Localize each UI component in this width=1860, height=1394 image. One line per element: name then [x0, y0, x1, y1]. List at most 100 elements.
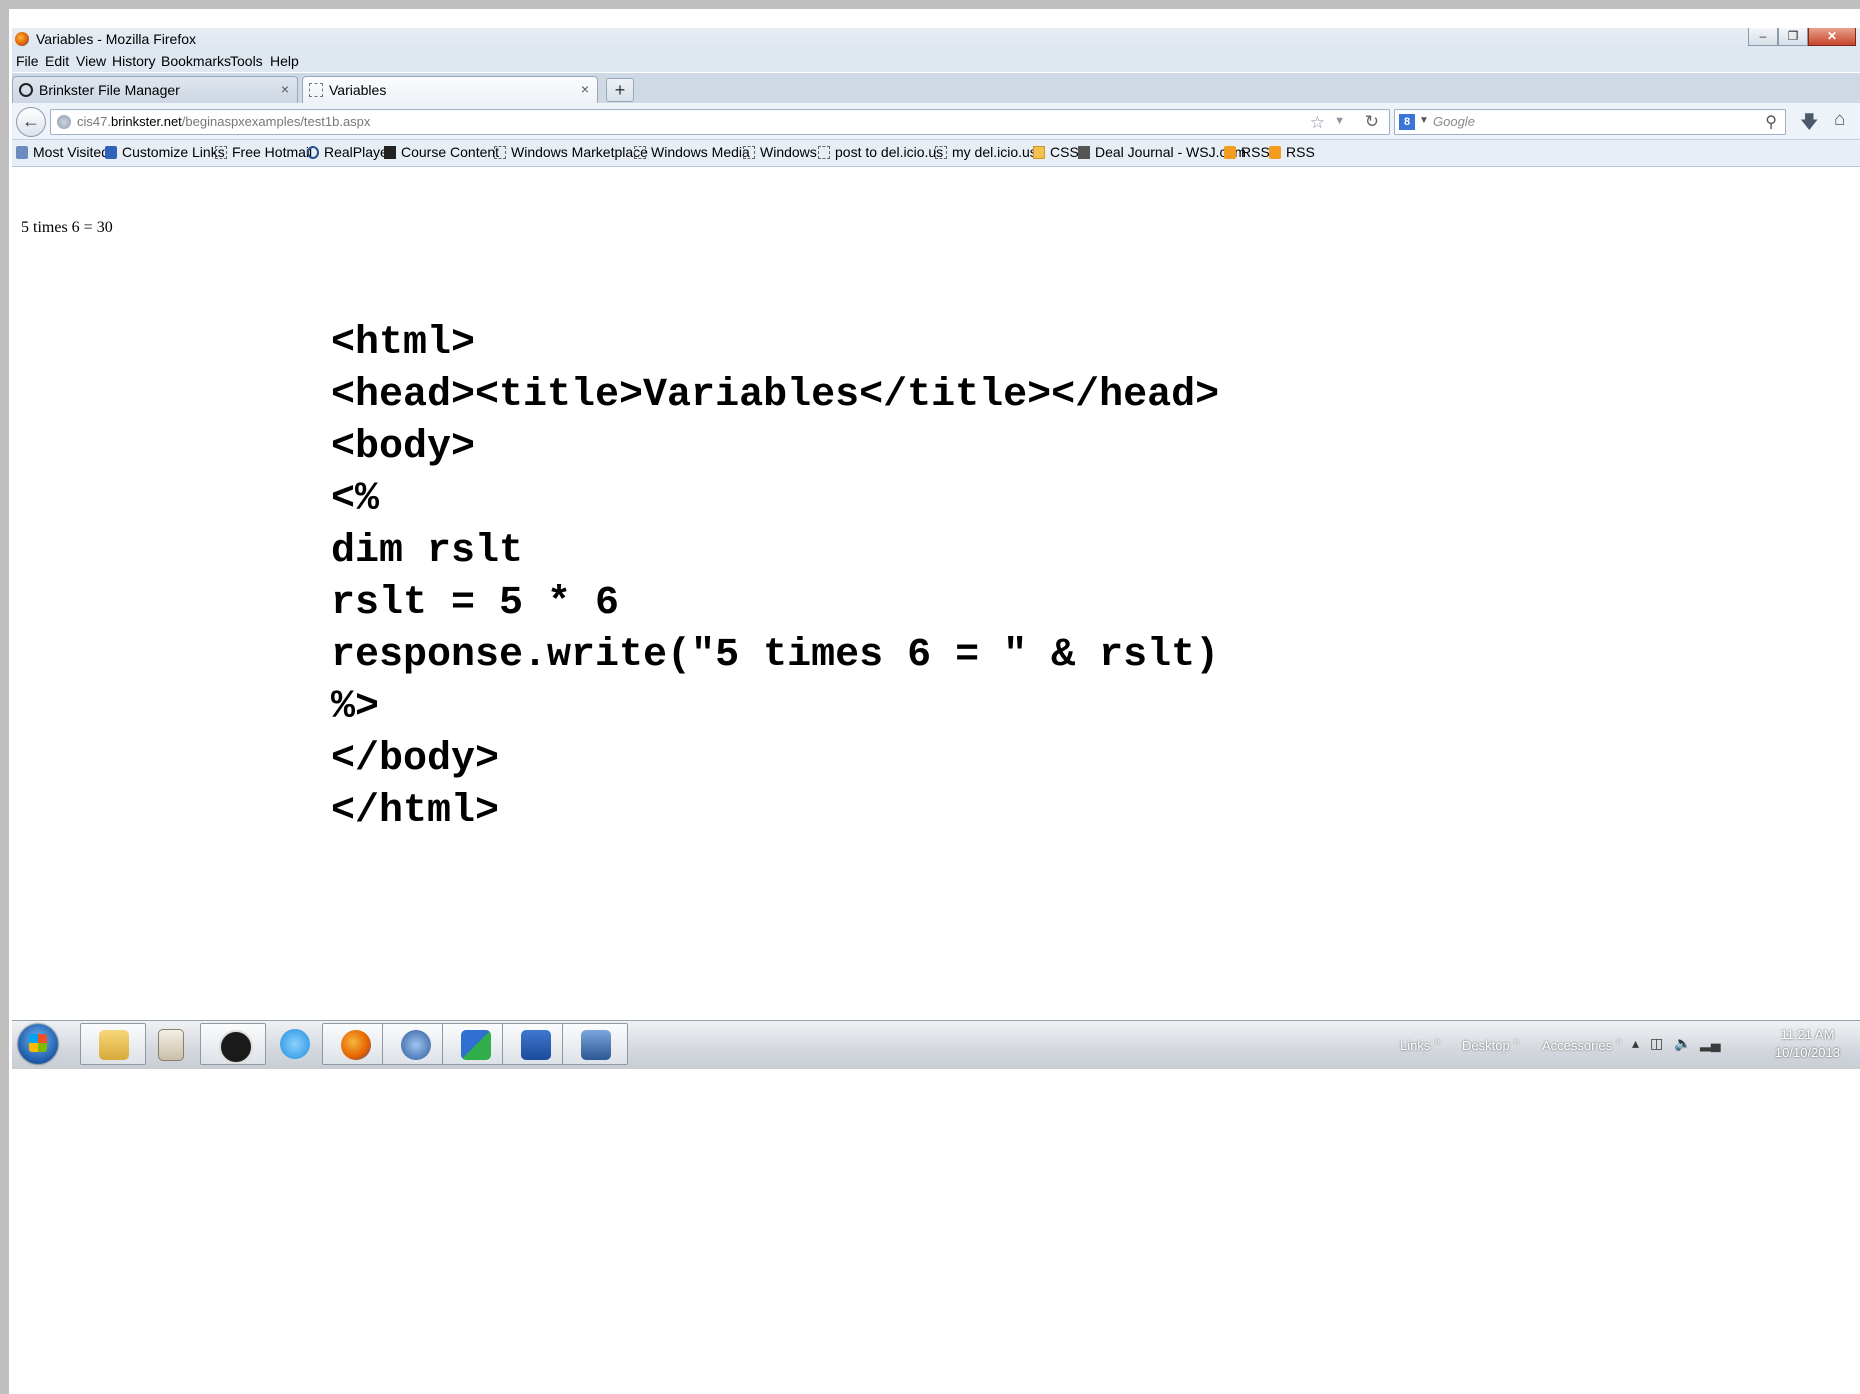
- menu-file[interactable]: File: [16, 53, 39, 69]
- page-icon: [818, 146, 830, 159]
- system-tray: Links» Desktop» Accessories» ▴ ◫ 🔈 ▂▄ 11…: [1400, 1021, 1840, 1067]
- taskbar-network-tool[interactable]: [442, 1023, 508, 1065]
- home-icon[interactable]: ⌂: [1834, 109, 1845, 131]
- taskbar-thunderbird[interactable]: [382, 1023, 448, 1065]
- clock-time: 11:21 AM: [1780, 1027, 1835, 1042]
- google-search-engine-icon[interactable]: 8: [1399, 114, 1415, 130]
- search-bar[interactable]: 8 ▼ Google ⚲: [1394, 109, 1786, 135]
- show-hidden-icons-icon[interactable]: ▴: [1632, 1035, 1639, 1052]
- close-window-button[interactable]: ✕: [1808, 28, 1856, 46]
- page-output-text: 5 times 6 = 30: [21, 219, 113, 236]
- blank-page-icon: [309, 83, 323, 97]
- windows-logo-icon: [29, 1034, 47, 1052]
- start-button[interactable]: [18, 1024, 58, 1064]
- taskbar-mahjong[interactable]: [142, 1023, 208, 1065]
- tab-variables[interactable]: Variables ×: [302, 76, 598, 103]
- url-text[interactable]: cis47.brinkster.net/beginaspxexamples/te…: [77, 114, 370, 129]
- minimize-icon: –: [1759, 29, 1767, 43]
- taskbar-internet-explorer[interactable]: [262, 1023, 328, 1065]
- back-button[interactable]: ←: [16, 107, 46, 137]
- menu-edit[interactable]: Edit: [45, 53, 69, 69]
- bookmark-star-icon[interactable]: ☆: [1310, 113, 1325, 133]
- bookmark-windows[interactable]: Windows: [743, 144, 817, 160]
- url-bar[interactable]: cis47.brinkster.net/beginaspxexamples/te…: [50, 109, 1390, 135]
- brinkster-icon: [19, 83, 33, 97]
- clock-date: 10/10/2013: [1774, 1045, 1840, 1060]
- bookmark-my-delicious[interactable]: my del.icio.us: [935, 144, 1037, 160]
- bookmark-free-hotmail[interactable]: Free Hotmail: [215, 144, 312, 160]
- code-line: <html>: [331, 321, 476, 366]
- wsj-icon: [1078, 146, 1090, 159]
- bookmark-windows-media[interactable]: Windows Media: [634, 144, 750, 160]
- window-controls: – ❐ ✕: [1748, 28, 1856, 48]
- firefox-icon: [15, 32, 29, 46]
- power-icon[interactable]: ◫: [1650, 1035, 1663, 1052]
- slide-border-top: [0, 0, 1860, 9]
- site-identity-icon[interactable]: [57, 115, 71, 129]
- menu-bookmarks[interactable]: Bookmarks: [161, 53, 231, 69]
- taskbar-hp[interactable]: [200, 1023, 266, 1065]
- code-line: <%: [331, 477, 380, 522]
- code-line: <body>: [331, 425, 476, 470]
- firefox-icon: [341, 1030, 371, 1060]
- toolbar-links[interactable]: Links»: [1400, 1036, 1440, 1053]
- windows-taskbar: Links» Desktop» Accessories» ▴ ◫ 🔈 ▂▄ 11…: [12, 1020, 1860, 1069]
- bookmark-windows-marketplace[interactable]: Windows Marketplace: [494, 144, 648, 160]
- thunderbird-icon: [401, 1030, 431, 1060]
- downloads-icon[interactable]: 🡇: [1800, 110, 1819, 140]
- code-listing: <html> <head><title>Variables</title></he…: [331, 318, 1219, 838]
- tab-close-icon[interactable]: ×: [281, 81, 289, 97]
- menu-tools[interactable]: Tools: [230, 53, 263, 69]
- tab-brinkster-file-manager[interactable]: Brinkster File Manager ×: [12, 76, 298, 103]
- minimize-button[interactable]: –: [1748, 28, 1778, 46]
- page-icon: [743, 146, 755, 159]
- toolbar-accessories[interactable]: Accessories»: [1542, 1036, 1622, 1053]
- volume-icon[interactable]: 🔈: [1674, 1035, 1691, 1052]
- taskbar-windows-explorer[interactable]: [80, 1023, 146, 1065]
- tab-close-icon[interactable]: ×: [581, 81, 589, 97]
- folder-icon: [99, 1030, 129, 1060]
- menu-history[interactable]: History: [112, 53, 156, 69]
- code-line: dim rslt: [331, 529, 524, 574]
- bookmark-customize-links[interactable]: Customize Links: [105, 144, 225, 160]
- menu-help[interactable]: Help: [270, 53, 299, 69]
- page-icon: [935, 146, 947, 159]
- hp-icon: [219, 1030, 253, 1064]
- menu-bar: File Edit View History Bookmarks Tools H…: [12, 50, 1860, 72]
- bookmark-realplayer[interactable]: RealPlayer: [307, 144, 392, 160]
- taskbar-firefox[interactable]: [322, 1023, 388, 1065]
- bookmark-most-visited[interactable]: Most Visited: [16, 144, 109, 160]
- taskbar-word[interactable]: [502, 1023, 568, 1065]
- search-engine-dropdown-icon[interactable]: ▼: [1419, 115, 1429, 126]
- page-icon: [215, 146, 227, 159]
- code-line: rslt = 5 * 6: [331, 581, 620, 626]
- taskbar-screen-capture[interactable]: [562, 1023, 628, 1065]
- navigation-bar: ← cis47.brinkster.net/beginaspxexamples/…: [12, 103, 1860, 140]
- bookmark-folder-css[interactable]: CSS: [1033, 144, 1079, 160]
- network-signal-icon[interactable]: ▂▄: [1700, 1035, 1721, 1052]
- word-icon: [521, 1030, 551, 1060]
- most-visited-icon: [16, 146, 28, 159]
- search-icon[interactable]: ⚲: [1765, 112, 1777, 132]
- toolbar-desktop[interactable]: Desktop»: [1462, 1036, 1519, 1053]
- bookmark-rss-2[interactable]: RSS: [1269, 144, 1315, 160]
- bookmark-rss-1[interactable]: RSS: [1224, 144, 1270, 160]
- rss-icon: [1224, 146, 1236, 159]
- menu-view[interactable]: View: [76, 53, 106, 69]
- screen-capture-icon: [581, 1030, 611, 1060]
- rss-icon: [1269, 146, 1281, 159]
- internet-explorer-icon: [280, 1029, 310, 1059]
- url-history-dropdown-icon[interactable]: ▼: [1334, 115, 1345, 127]
- clock[interactable]: 11:21 AM 10/10/2013: [1775, 1026, 1840, 1062]
- reload-icon[interactable]: ↻: [1365, 112, 1379, 132]
- bookmark-deal-journal[interactable]: Deal Journal - WSJ.com: [1078, 144, 1246, 160]
- bookmark-post-to-delicious[interactable]: post to del.icio.us: [818, 144, 943, 160]
- tab-label: Brinkster File Manager: [39, 82, 180, 98]
- msn-icon: [105, 146, 117, 159]
- new-tab-button[interactable]: +: [606, 78, 634, 102]
- close-icon: ✕: [1826, 29, 1838, 43]
- title-bar: Variables - Mozilla Firefox – ❐ ✕: [12, 28, 1860, 50]
- search-input[interactable]: Google: [1433, 114, 1475, 129]
- restore-button[interactable]: ❐: [1778, 28, 1808, 46]
- bookmark-course-content[interactable]: Course Content: [384, 144, 499, 160]
